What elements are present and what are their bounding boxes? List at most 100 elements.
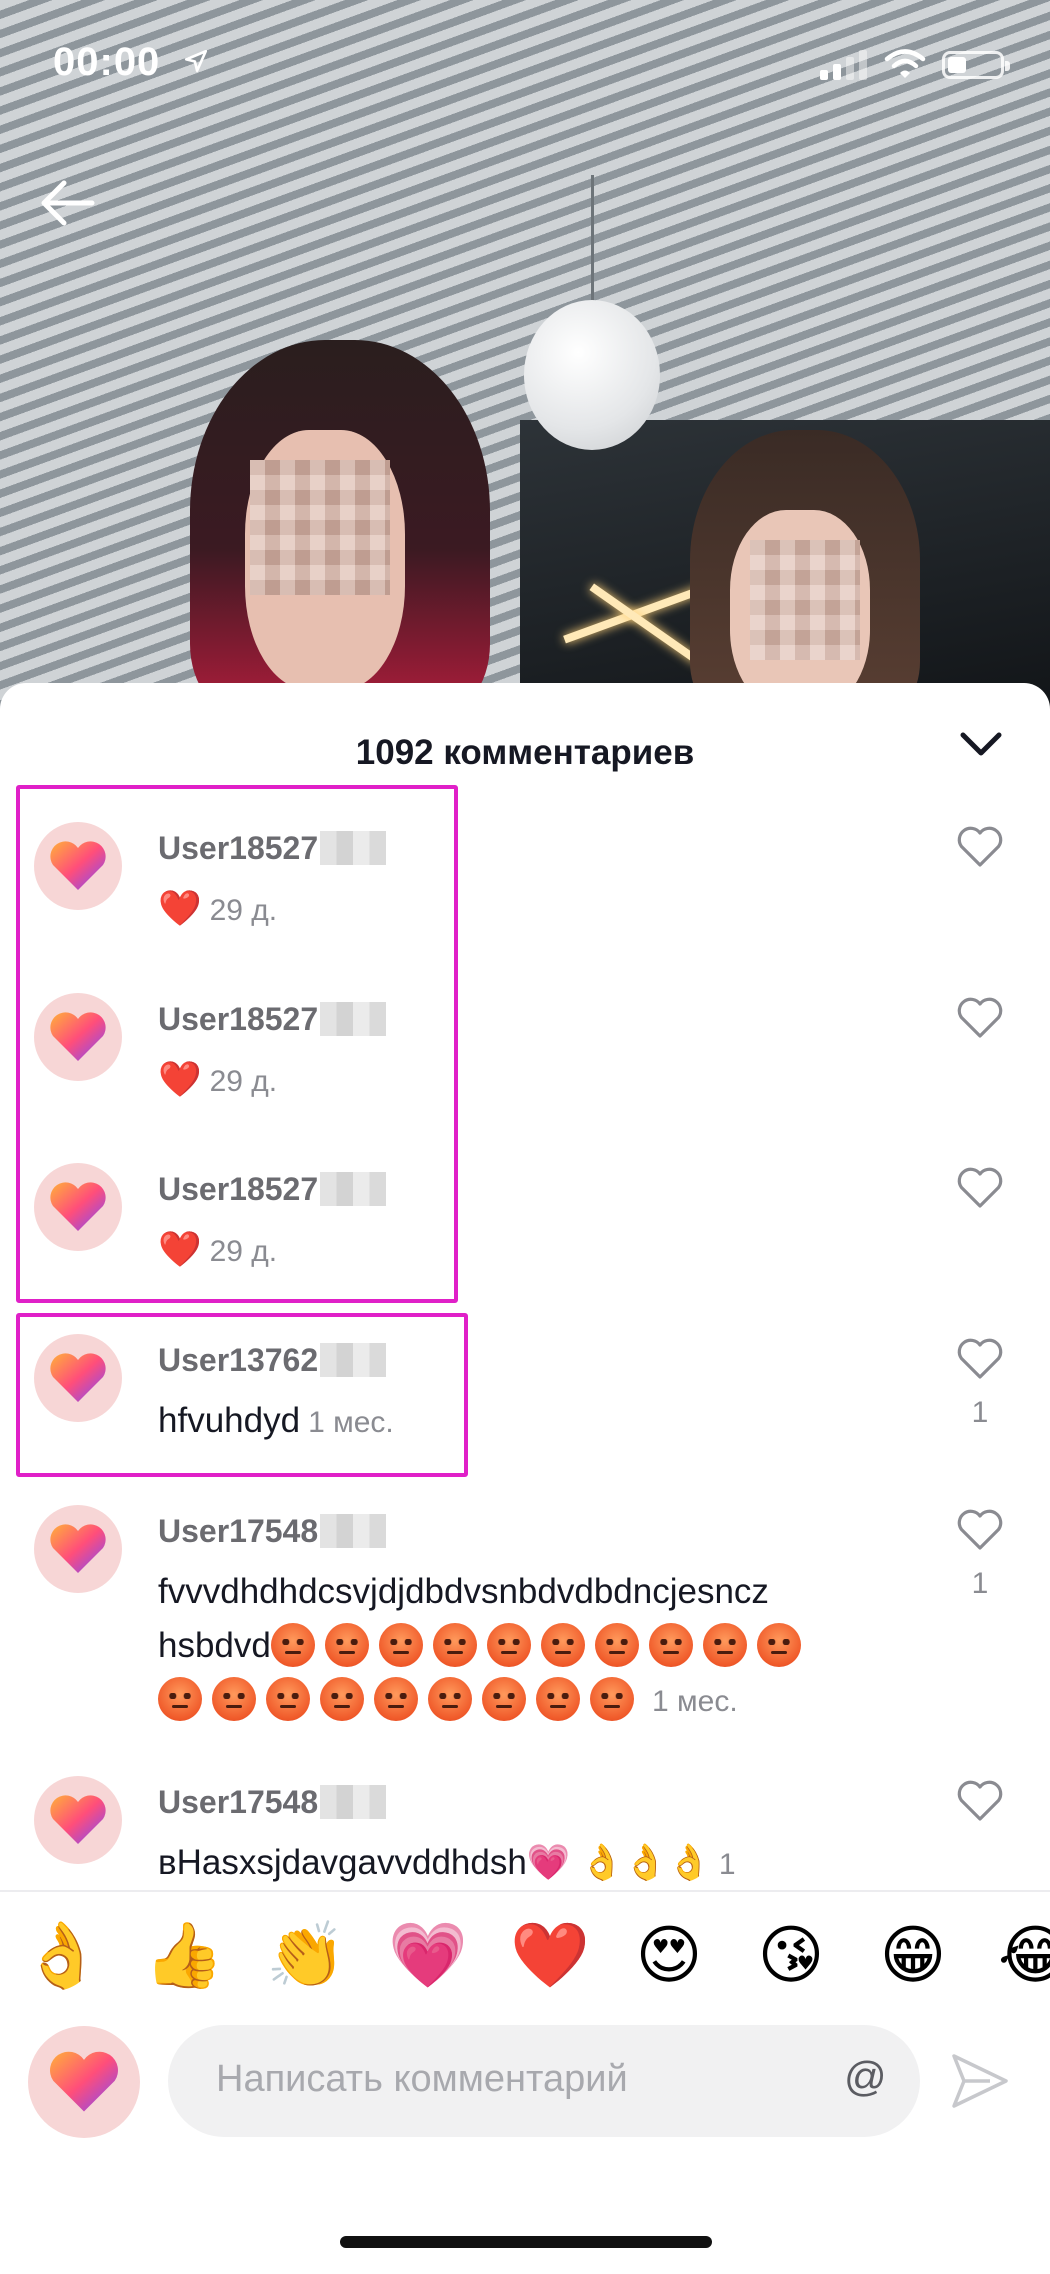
emoji-thumbs-up[interactable]: 👍 (144, 1918, 224, 1992)
comment-body-line: hsbdvd (158, 1619, 898, 1673)
face-pixelation (750, 540, 860, 660)
username-redaction (320, 1343, 387, 1377)
avatar[interactable] (34, 993, 122, 1081)
emoji-grin[interactable]: 😁 (876, 1918, 950, 1992)
angry-face-emoji (428, 1677, 472, 1721)
video-lamp-cord (591, 175, 594, 315)
emoji-red-heart[interactable]: ❤️ (510, 1918, 590, 1992)
angry-face-emoji (594, 1623, 639, 1667)
like-count: 1 (971, 1396, 989, 1429)
angry-face-emoji (536, 1677, 580, 1721)
comment-text: ❤️ 29 д. (158, 1223, 898, 1279)
status-bar: 00:00 (0, 40, 1050, 90)
like-heart-icon[interactable] (957, 1167, 1003, 1214)
comment-time: 1 (718, 1848, 736, 1881)
like-heart-icon[interactable] (957, 1780, 1003, 1827)
angry-emoji-group (270, 1623, 811, 1667)
like-heart-icon[interactable] (957, 997, 1003, 1044)
send-icon[interactable] (950, 2052, 1010, 2115)
video-lamp (524, 300, 660, 450)
emoji-heart-eyes[interactable]: 😍 (632, 1918, 706, 1992)
heart-emoji: ❤️ (158, 1230, 202, 1269)
username-redaction (320, 1172, 387, 1206)
angry-face-emoji (374, 1677, 418, 1721)
like-count: 1 (971, 1567, 989, 1600)
comment-item: User17548 вHasxsjdavgavvddhdsh💗 👌👌👌 1 (0, 1776, 1050, 1888)
comment-time: 29 д. (209, 894, 278, 927)
comment-username[interactable]: User13762 (158, 1342, 387, 1379)
comment-body: вHasxsjdavgavvddhdsh💗 👌👌👌 (158, 1843, 711, 1882)
composer-avatar[interactable] (28, 2026, 140, 2138)
angry-face-emoji (590, 1677, 634, 1721)
comment-time: 1 мес. (308, 1406, 394, 1439)
emoji-ok-hand[interactable]: 👌 (22, 1918, 102, 1992)
avatar[interactable] (34, 1334, 122, 1422)
comment-input[interactable]: Написать комментарий @ (168, 2025, 920, 2137)
avatar[interactable] (34, 1776, 122, 1864)
angry-face-emoji (266, 1677, 310, 1721)
battery-icon (942, 51, 1010, 79)
username-redaction (320, 831, 387, 865)
comment-input-placeholder: Написать комментарий (216, 2058, 628, 2100)
mention-button[interactable]: @ (844, 2053, 887, 2101)
divider (0, 1890, 1050, 1892)
angry-emoji-group (158, 1677, 644, 1721)
angry-face-emoji (756, 1623, 801, 1667)
username-redaction (320, 1514, 387, 1548)
angry-face-emoji (270, 1623, 315, 1667)
chevron-down-icon[interactable] (958, 729, 1004, 764)
angry-face-emoji (486, 1623, 531, 1667)
heart-emoji: ❤️ (158, 1060, 202, 1099)
like-heart-icon[interactable] (957, 1509, 1003, 1556)
signal-icon (820, 50, 870, 85)
angry-face-emoji (432, 1623, 477, 1667)
comment-username[interactable]: User17548 (158, 1784, 387, 1821)
location-arrow-icon (183, 48, 209, 79)
quick-emoji-bar: 👌 👍 👏 💗 ❤️ 😍 😘 😁 😂 (22, 1918, 1050, 2002)
angry-face-emoji (324, 1623, 369, 1667)
heart-emoji: ❤️ (158, 889, 202, 928)
angry-face-emoji (212, 1677, 256, 1721)
avatar[interactable] (34, 1163, 122, 1251)
comment-username[interactable]: User18527 (158, 1001, 387, 1038)
emoji-clap[interactable]: 👏 (266, 1918, 346, 1992)
emoji-laugh-tears[interactable]: 😂 (998, 1918, 1050, 1992)
comment-username[interactable]: User18527 (158, 1171, 387, 1208)
avatar[interactable] (34, 1505, 122, 1593)
comment-body-line: 1 мес. (158, 1673, 898, 1729)
angry-face-emoji (482, 1677, 526, 1721)
comment-text: fvvvdhdhdcsvjdjdbdvsnbdvdbdncjesncz hsbd… (158, 1565, 898, 1729)
angry-face-emoji (320, 1677, 364, 1721)
like-heart-icon[interactable] (957, 1338, 1003, 1385)
comment-text: hfvuhdyd 1 мес. (158, 1394, 898, 1450)
face-pixelation (250, 460, 390, 595)
username-redaction (320, 1785, 387, 1819)
username-redaction (320, 1002, 387, 1036)
comment-body-line: fvvvdhdhdcsvjdjdbdvsnbdvdbdncjesncz (158, 1572, 769, 1611)
comment-text: ❤️ 29 д. (158, 882, 898, 938)
comment-text: ❤️ 29 д. (158, 1053, 898, 1109)
comments-count-title: 1092 комментариев (355, 733, 695, 772)
comment-username[interactable]: User18527 (158, 830, 387, 867)
avatar[interactable] (34, 822, 122, 910)
comment-time: 29 д. (209, 1235, 278, 1268)
emoji-kiss[interactable]: 😘 (754, 1918, 828, 1992)
comment-username[interactable]: User17548 (158, 1513, 387, 1550)
video-background (0, 0, 1050, 720)
like-heart-icon[interactable] (957, 826, 1003, 873)
wifi-icon (884, 48, 926, 85)
emoji-growing-heart[interactable]: 💗 (388, 1918, 468, 1992)
status-time: 00:00 (53, 40, 161, 84)
comment-body: hfvuhdyd (158, 1401, 301, 1440)
angry-face-emoji (702, 1623, 747, 1667)
angry-face-emoji (158, 1677, 202, 1721)
home-indicator (340, 2236, 712, 2248)
angry-face-emoji (378, 1623, 423, 1667)
angry-face-emoji (648, 1623, 693, 1667)
back-arrow-icon[interactable] (38, 178, 96, 233)
comment-body-fragment: hsbdvd (158, 1626, 271, 1665)
comment-text: вHasxsjdavgavvddhdsh💗 👌👌👌 1 (158, 1836, 898, 1888)
comment-time: 29 д. (209, 1065, 278, 1098)
angry-face-emoji (540, 1623, 585, 1667)
comment-time: 1 мес. (652, 1685, 738, 1718)
